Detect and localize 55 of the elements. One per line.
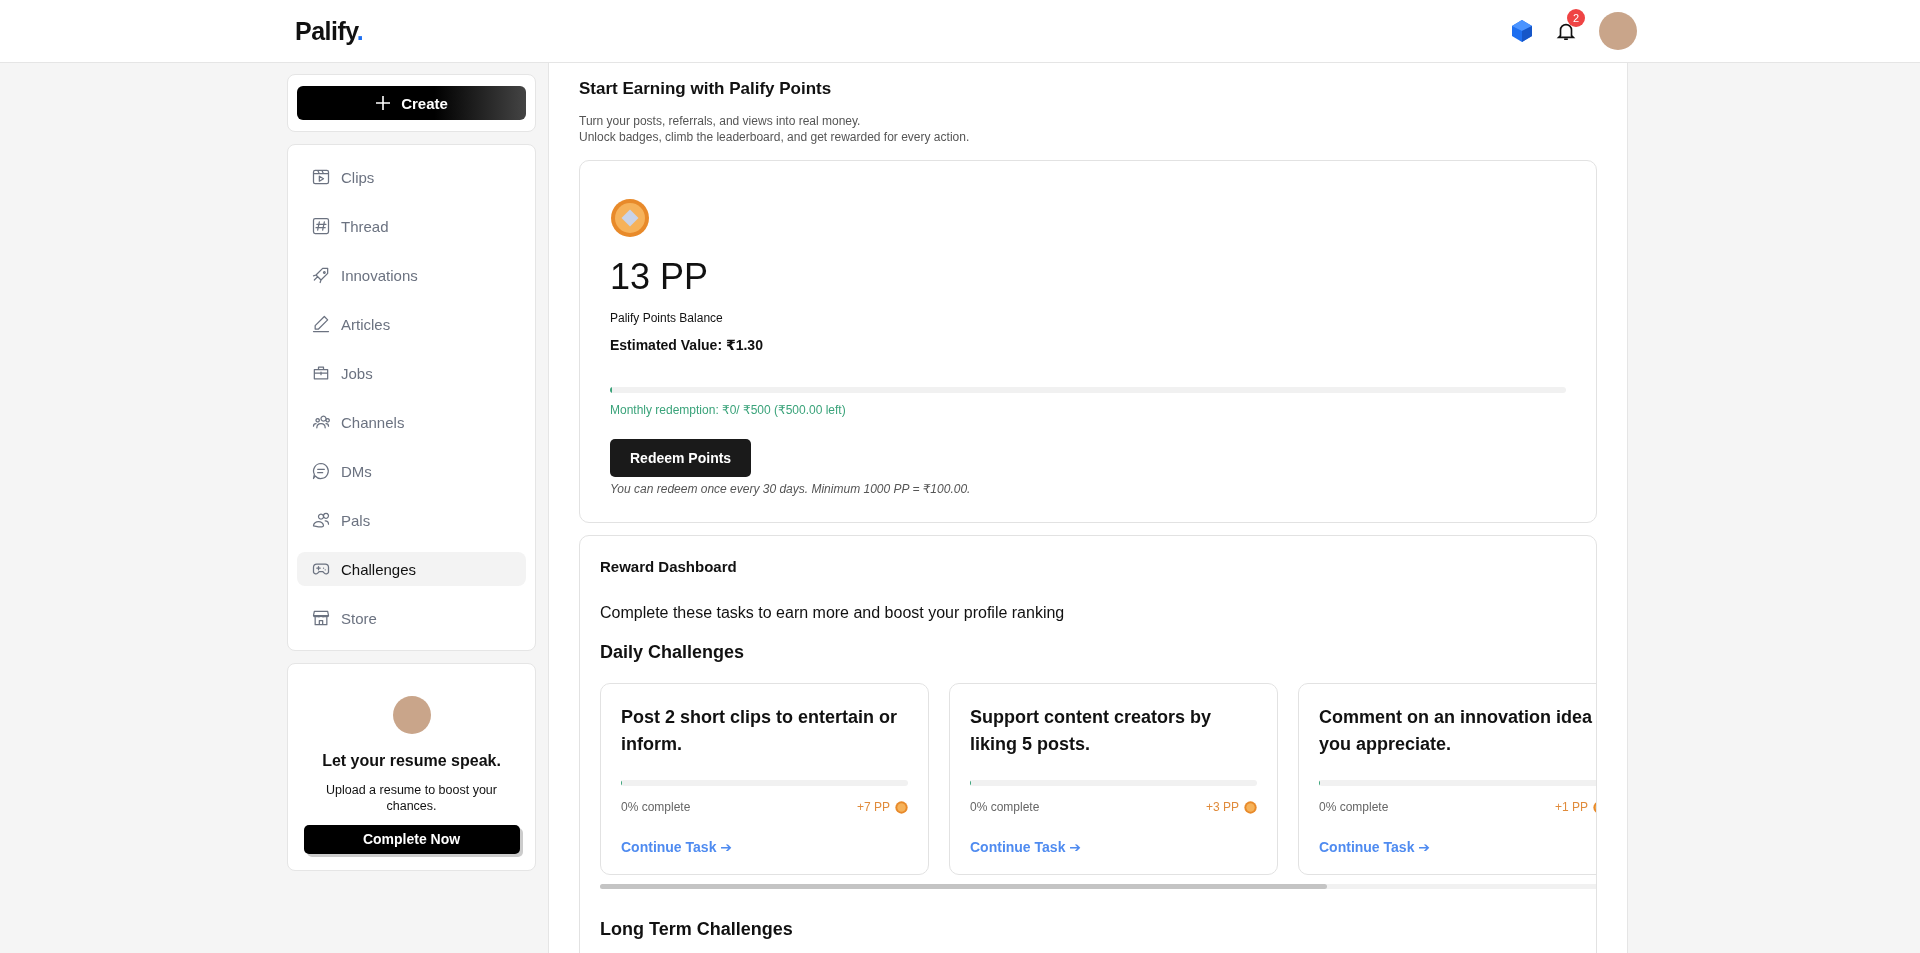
coin-icon: [895, 800, 908, 814]
redemption-text: Monthly redemption: ₹0/ ₹500 (₹500.00 left): [610, 403, 846, 418]
notification-badge: 2: [1567, 9, 1585, 27]
nav-icon: [311, 265, 331, 285]
sidebar-item[interactable]: Innovations: [297, 258, 526, 292]
progress-text: 0% complete: [970, 800, 1040, 815]
coin-icon: [1244, 800, 1257, 814]
progress-text: 0% complete: [1319, 800, 1389, 815]
points-amount: 13 PP: [610, 256, 709, 299]
progress-text: 0% complete: [621, 800, 691, 815]
plus-icon: [375, 95, 392, 111]
sidebar-item[interactable]: Pals: [297, 503, 526, 537]
nav-icon: [311, 314, 331, 334]
continue-task-link[interactable]: Continue Task ➔: [970, 839, 1082, 856]
section-heading: Daily Challenges: [600, 642, 746, 664]
avatar: [392, 696, 431, 734]
section-heading: Long Term Challenges: [600, 919, 794, 941]
nav-icon: [311, 510, 331, 530]
section-title: Reward Dashboard: [600, 558, 738, 576]
subtitle-line: Unlock badges, climb the leaderboard, and get rewarded for every action.: [579, 129, 971, 146]
create-button[interactable]: Create: [297, 86, 526, 120]
nav-icon: [311, 461, 331, 481]
continue-task-link[interactable]: Continue Task ➔: [621, 839, 733, 856]
sidebar-item[interactable]: Clips: [297, 160, 526, 194]
task-title: Support content creators by liking 5 posts.: [970, 706, 1213, 757]
page-title: Start Earning with Palify Points: [579, 79, 833, 99]
sidebar-item[interactable]: Articles: [297, 307, 526, 341]
sidebar-item[interactable]: Store: [297, 601, 526, 635]
resume-text: Upload a resume to boost your chances.: [325, 782, 498, 815]
sidebar-item[interactable]: Jobs: [297, 356, 526, 390]
balance-label: Palify Points Balance: [610, 311, 723, 326]
nav-icon: [311, 608, 331, 628]
task-title: Comment on an innovation idea you appreciate.: [1319, 706, 1593, 757]
intro-text: Complete these tasks to earn more and boost your profile ranking: [600, 604, 1066, 623]
points-reward: +7 PP: [856, 800, 890, 815]
points-reward: +1 PP: [1554, 800, 1588, 815]
sidebar-item[interactable]: Thread: [297, 209, 526, 243]
points-reward: +3 PP: [1205, 800, 1239, 815]
subtitle-line: Turn your posts, referrals, and views into real money.: [579, 113, 862, 130]
estimated-value: Estimated Value: ₹1.30: [610, 337, 763, 354]
redeem-button[interactable]: Redeem Points: [610, 439, 752, 478]
logo[interactable]: Palify.: [295, 16, 364, 46]
cube-icon[interactable]: [1511, 19, 1533, 43]
sidebar-item[interactable]: DMs: [297, 454, 526, 488]
sidebar-item[interactable]: Challenges: [297, 552, 526, 586]
complete-now-button[interactable]: Complete Now: [303, 824, 520, 854]
nav-icon: [311, 216, 331, 236]
nav-icon: [311, 167, 331, 187]
redeem-note: You can redeem once every 30 days. Minimum 1000 PP = ₹100.00.: [610, 482, 971, 497]
sidebar-item[interactable]: Channels: [297, 405, 526, 439]
horizontal-scrollbar[interactable]: [600, 884, 1596, 890]
coin-icon: [610, 198, 650, 239]
resume-title: Let your resume speak.: [322, 752, 501, 770]
task-title: Post 2 short clips to entertain or inform.: [621, 706, 899, 757]
continue-task-link[interactable]: Continue Task ➔: [1319, 839, 1431, 856]
